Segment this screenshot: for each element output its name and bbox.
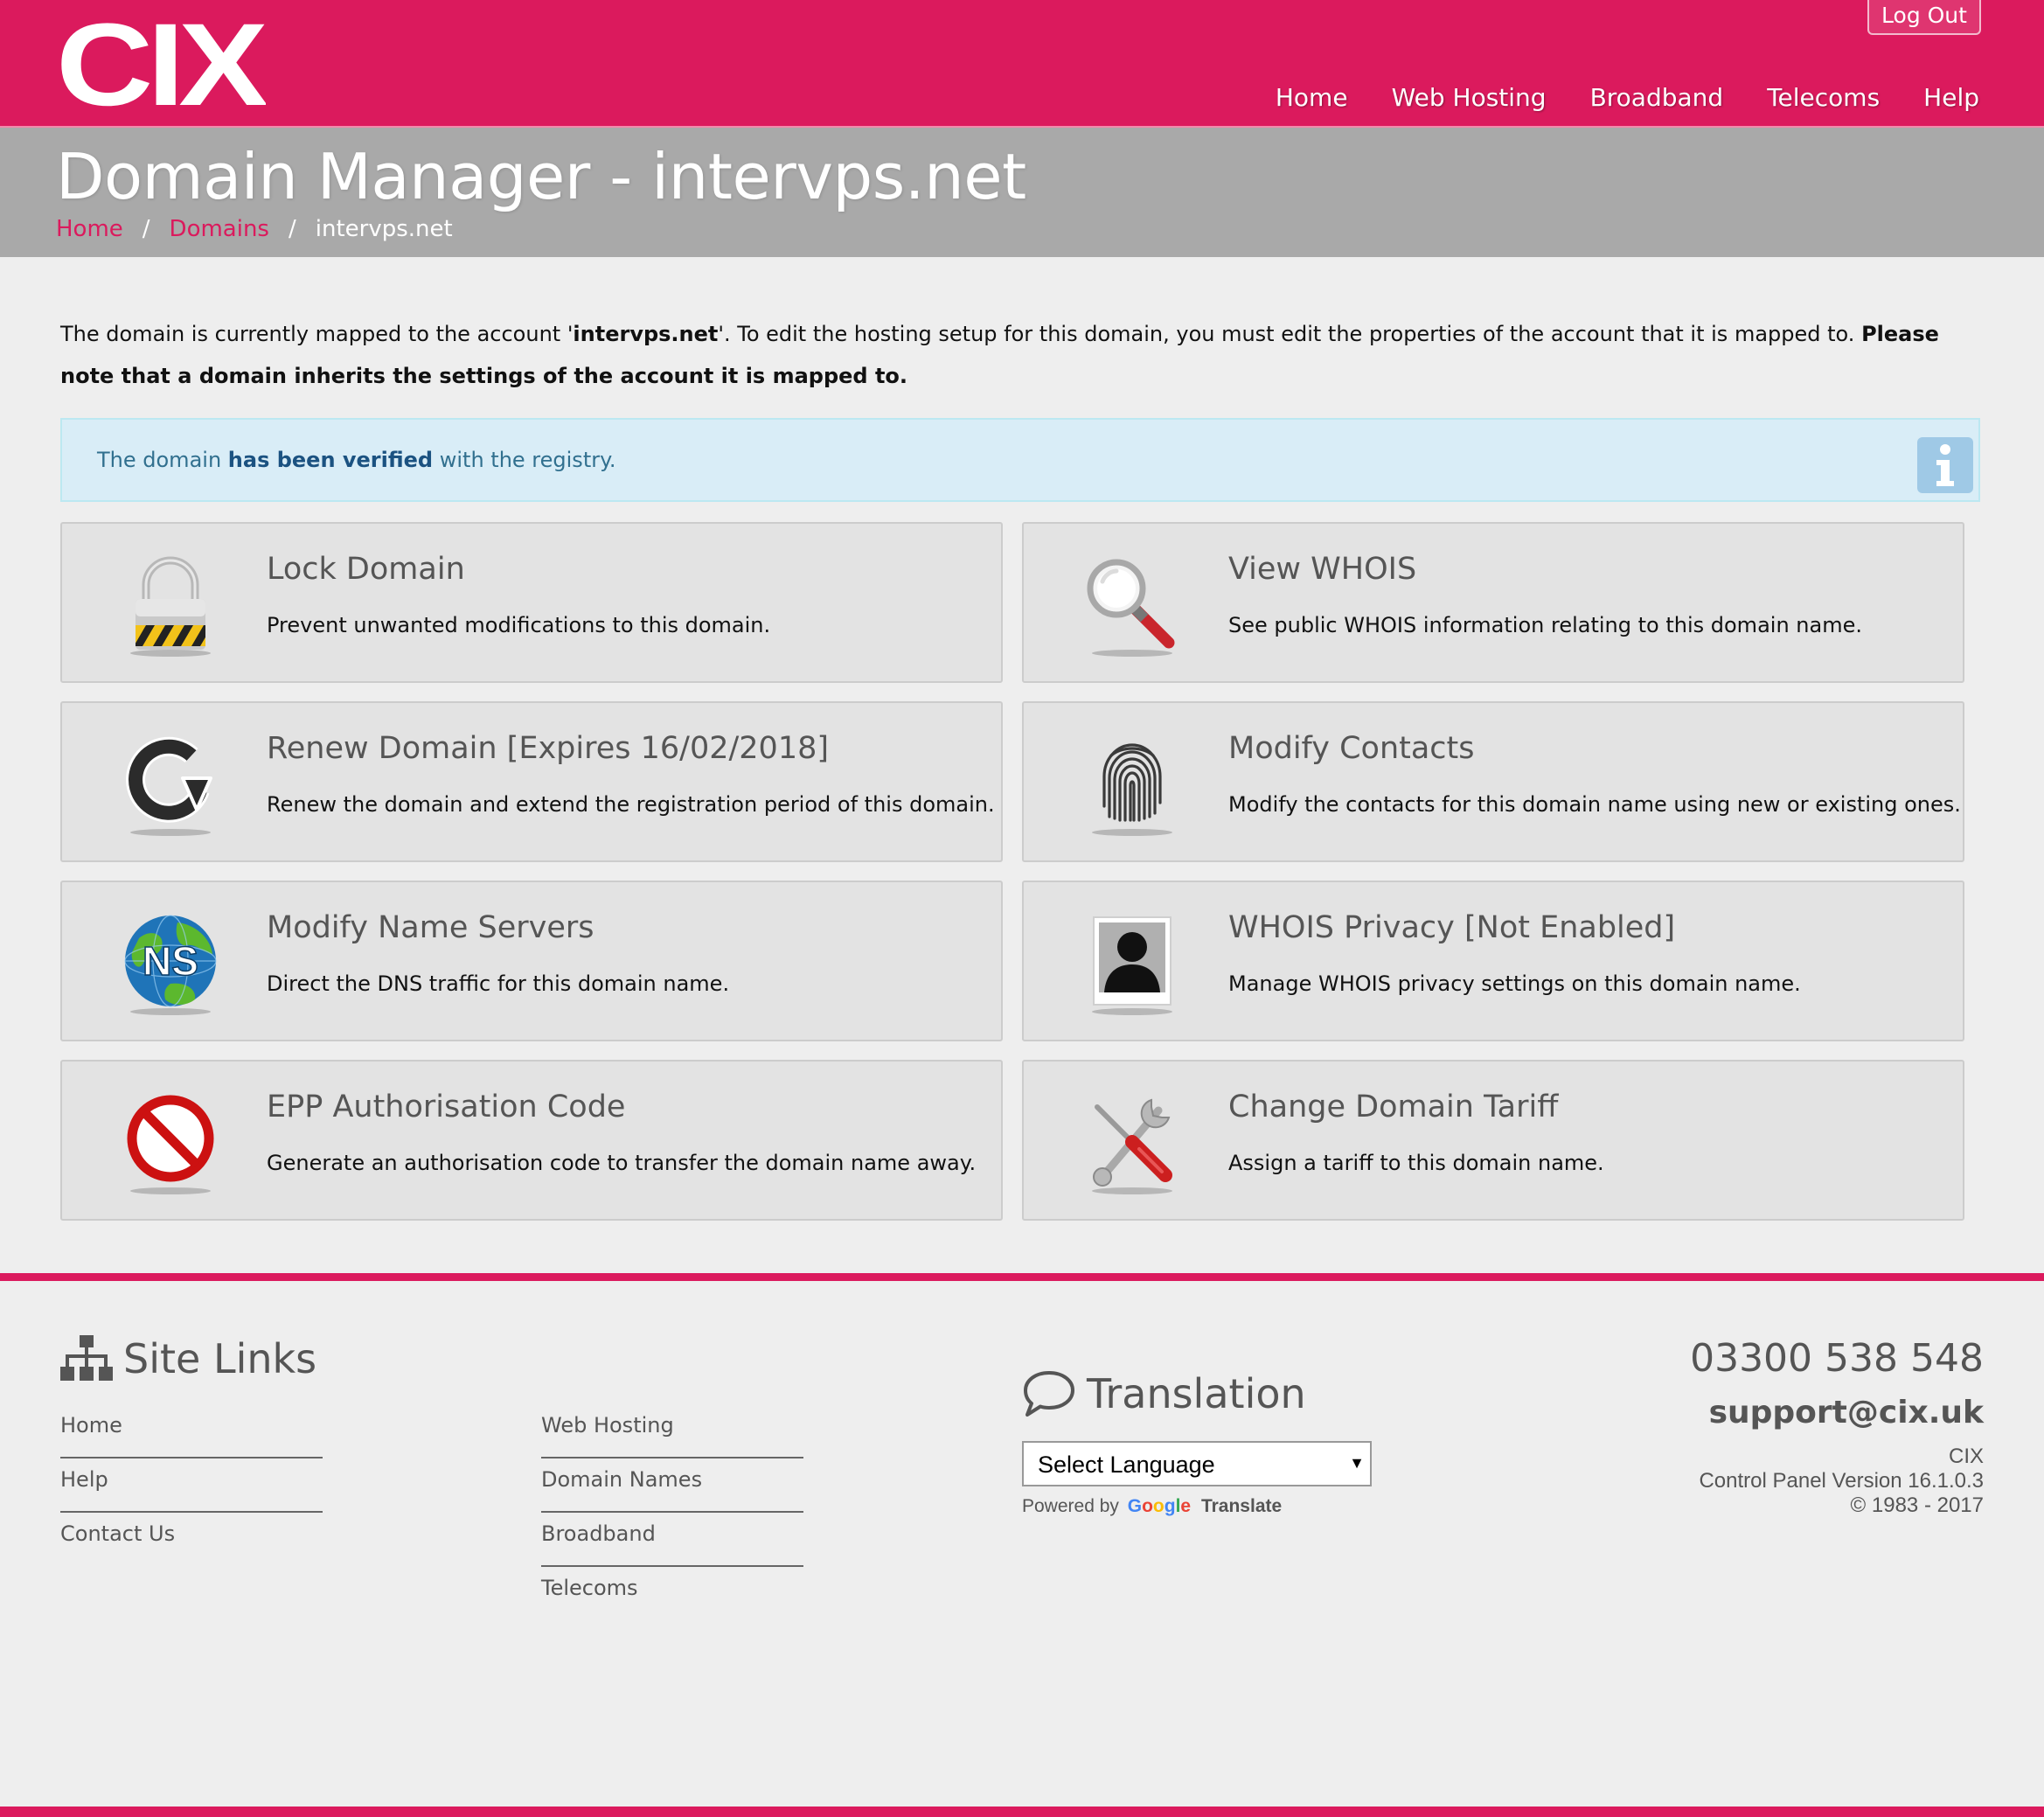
- intro-text-2: '. To edit the hosting setup for this do…: [718, 322, 1862, 346]
- contact-block: 03300 538 548 support@cix.uk CIX Control…: [1690, 1333, 1984, 1518]
- tile-modify-name-servers[interactable]: NS Modify Name Servers Direct the DNS tr…: [60, 881, 1003, 1041]
- sitemap-icon: [60, 1335, 113, 1381]
- breadcrumb-separator: /: [142, 216, 150, 242]
- tile-title: Modify Contacts: [1228, 731, 1475, 766]
- nav-home[interactable]: Home: [1276, 80, 1348, 115]
- footer-bottom-bar: [0, 1807, 2044, 1817]
- alert-text: The domain has been verified with the re…: [97, 442, 616, 477]
- nav-help[interactable]: Help: [1923, 80, 1979, 115]
- footer-links-col1: Home Help Contact Us: [60, 1404, 323, 1567]
- account-name: intervps.net: [573, 322, 719, 346]
- tile-description: Direct the DNS traffic for this domain n…: [267, 971, 730, 996]
- footer-link-web-hosting[interactable]: Web Hosting: [541, 1404, 803, 1458]
- page-title: Domain Manager - intervps.net: [56, 140, 1026, 213]
- phone-number[interactable]: 03300 538 548: [1690, 1333, 1984, 1385]
- alert-suffix: with the registry.: [433, 448, 616, 472]
- speech-bubble-icon: [1024, 1371, 1074, 1417]
- page-banner: Domain Manager - intervps.net Home / Dom…: [0, 128, 2044, 257]
- no-entry-icon: [127, 1095, 214, 1194]
- fingerprint-icon: [1092, 743, 1172, 836]
- breadcrumb-separator: /: [288, 216, 296, 242]
- alert-prefix: The domain: [97, 448, 228, 472]
- tile-epp-code[interactable]: EPP Authorisation Code Generate an autho…: [60, 1060, 1003, 1221]
- tile-lock-domain[interactable]: Lock Domain Prevent unwanted modificatio…: [60, 522, 1003, 683]
- footer-link-help[interactable]: Help: [60, 1458, 323, 1513]
- tile-description: Generate an authorisation code to transf…: [267, 1151, 977, 1175]
- tile-view-whois[interactable]: View WHOIS See public WHOIS information …: [1022, 522, 1964, 683]
- translation-heading: Translation: [1022, 1368, 1306, 1420]
- alert-status: has been verified: [227, 448, 434, 472]
- google-letter: g: [1164, 1496, 1176, 1516]
- tile-renew-domain[interactable]: Renew Domain [Expires 16/02/2018] Renew …: [60, 701, 1003, 862]
- tile-title: Change Domain Tariff: [1228, 1090, 1559, 1124]
- logo-text: CIX: [56, 17, 266, 108]
- powered-by-google[interactable]: Powered by Google Translate: [1022, 1493, 1282, 1520]
- control-panel-version: Control Panel Version 16.1.0.3: [1699, 1469, 1984, 1493]
- magnifier-icon: [1087, 559, 1175, 657]
- breadcrumb-home[interactable]: Home: [56, 212, 123, 247]
- footer-links-col2: Web Hosting Domain Names Broadband Telec…: [541, 1404, 803, 1621]
- top-bar: CIX Log Out Home Web Hosting Broadband T…: [0, 0, 2044, 128]
- google-letter: G: [1127, 1496, 1143, 1516]
- site-links-title: Site Links: [123, 1335, 317, 1382]
- padlock-icon: [130, 556, 211, 657]
- intro-text: The domain is currently mapped to the ac…: [60, 322, 574, 346]
- google-letter: o: [1142, 1496, 1153, 1516]
- tile-title: WHOIS Privacy [Not Enabled]: [1228, 910, 1676, 945]
- globe-ns-text: NS: [143, 938, 198, 984]
- google-letter: o: [1152, 1496, 1165, 1516]
- nav-broadband[interactable]: Broadband: [1590, 80, 1724, 115]
- silhouette-icon: [1092, 916, 1172, 1015]
- dropdown-arrow-icon: ▼: [1349, 1454, 1365, 1472]
- renew-icon: [126, 736, 212, 836]
- tile-description: Modify the contacts for this domain name…: [1228, 792, 1961, 817]
- tile-whois-privacy[interactable]: WHOIS Privacy [Not Enabled] Manage WHOIS…: [1022, 881, 1964, 1041]
- tile-title: View WHOIS: [1228, 552, 1417, 587]
- globe-ns-icon: NS: [124, 915, 217, 1015]
- footer-link-domain-names[interactable]: Domain Names: [541, 1458, 803, 1513]
- info-icon: [1917, 437, 1973, 493]
- footer-link-contact[interactable]: Contact Us: [60, 1513, 323, 1567]
- main-nav: Home Web Hosting Broadband Telecoms Help: [1276, 80, 1979, 115]
- footer-link-home[interactable]: Home: [60, 1404, 323, 1458]
- google-letter: e: [1180, 1496, 1192, 1516]
- language-select[interactable]: Select Language ▼: [1022, 1441, 1372, 1486]
- footer-divider: [0, 1273, 2044, 1281]
- google-logo: Google: [1128, 1496, 1191, 1516]
- footer-link-telecoms[interactable]: Telecoms: [541, 1567, 803, 1621]
- tile-title: Renew Domain [Expires 16/02/2018]: [267, 731, 830, 766]
- translation-title: Translation: [1087, 1370, 1306, 1417]
- tools-icon: [1092, 1098, 1172, 1194]
- breadcrumb-current: intervps.net: [315, 216, 453, 242]
- tile-change-tariff[interactable]: Change Domain Tariff Assign a tariff to …: [1022, 1060, 1964, 1221]
- tile-title: Lock Domain: [267, 552, 465, 587]
- copyright: © 1983 - 2017: [1850, 1493, 1984, 1517]
- tile-modify-contacts[interactable]: Modify Contacts Modify the contacts for …: [1022, 701, 1964, 862]
- verification-alert: The domain has been verified with the re…: [60, 418, 1980, 502]
- nav-web-hosting[interactable]: Web Hosting: [1392, 80, 1547, 115]
- translate-word: Translate: [1200, 1496, 1283, 1516]
- breadcrumb: Home / Domains / intervps.net: [56, 212, 453, 247]
- tile-description: Manage WHOIS privacy settings on this do…: [1228, 971, 1801, 996]
- powered-by-text: Powered by: [1022, 1496, 1119, 1516]
- cix-logo[interactable]: CIX: [56, 17, 266, 108]
- breadcrumb-domains[interactable]: Domains: [170, 212, 269, 247]
- site-links-heading: Site Links: [60, 1333, 316, 1385]
- tile-description: Prevent unwanted modifications to this d…: [267, 613, 771, 637]
- tile-description: Renew the domain and extend the registra…: [267, 792, 995, 817]
- language-select-value: Select Language: [1038, 1452, 1215, 1478]
- tile-description: Assign a tariff to this domain name.: [1228, 1151, 1604, 1175]
- tile-description: See public WHOIS information relating to…: [1228, 613, 1862, 637]
- logout-button[interactable]: Log Out: [1867, 0, 1981, 35]
- footer-link-broadband[interactable]: Broadband: [541, 1513, 803, 1567]
- mapping-notice: The domain is currently mapped to the ac…: [60, 313, 1984, 397]
- company-name: CIX: [1948, 1445, 1984, 1468]
- support-email[interactable]: support@cix.uk: [1690, 1389, 1984, 1438]
- nav-telecoms[interactable]: Telecoms: [1767, 80, 1880, 115]
- tile-title: EPP Authorisation Code: [267, 1090, 626, 1124]
- tile-title: Modify Name Servers: [267, 910, 594, 945]
